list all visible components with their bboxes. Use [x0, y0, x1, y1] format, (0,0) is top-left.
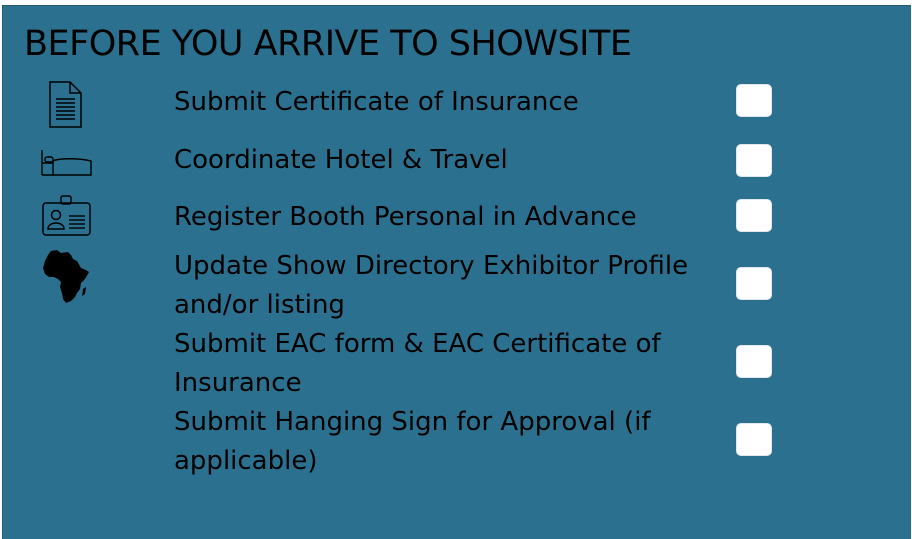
checklist-item-label: Update Show Directory Exhibitor Profile … — [174, 251, 689, 320]
checklist-item-label: Register Booth Personal in Advance — [174, 202, 637, 232]
checkbox-update-directory-profile[interactable] — [736, 267, 772, 300]
checklist-panel: BEFORE YOU ARRIVE TO SHOWSITE Submit Cer… — [2, 5, 911, 539]
document-icon — [49, 81, 82, 128]
panel-title: BEFORE YOU ARRIVE TO SHOWSITE — [24, 24, 632, 64]
checkbox-certificate-of-insurance[interactable] — [736, 84, 772, 117]
checkbox-hanging-sign[interactable] — [736, 423, 772, 456]
checkbox-hotel-travel[interactable] — [736, 144, 772, 177]
africa-map-icon — [43, 250, 89, 303]
checklist-item-label: Submit Hanging Sign for Approval (if app… — [174, 407, 651, 476]
checklist-item-label: Coordinate Hotel & Travel — [174, 145, 508, 175]
checkbox-register-booth-personal[interactable] — [736, 199, 772, 232]
checklist-item-label: Submit Certificate of Insurance — [174, 87, 579, 117]
id-badge-icon — [42, 195, 91, 236]
checkbox-eac-form[interactable] — [736, 345, 772, 378]
bed-icon — [41, 150, 92, 176]
checklist-item-label: Submit EAC form & EAC Certificate of Ins… — [174, 329, 661, 398]
